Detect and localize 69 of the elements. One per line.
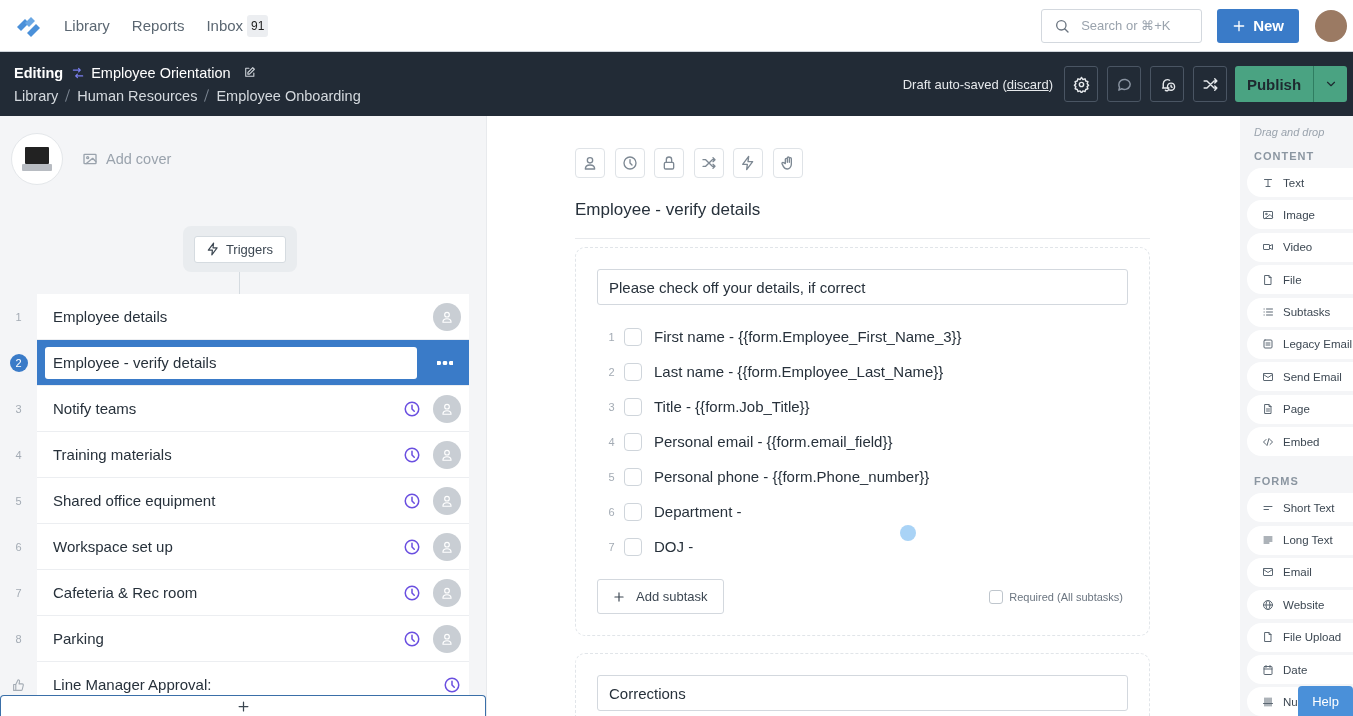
breadcrumb-link[interactable]: Library: [14, 87, 59, 104]
subtask-number: 4: [607, 435, 616, 448]
task-name-field[interactable]: Employee - verify details: [45, 346, 417, 379]
subtask-label: Personal phone - {{form.Phone_number}}: [654, 468, 930, 485]
step-number: 3: [15, 403, 22, 415]
widget-item[interactable]: File Upload: [1247, 622, 1353, 652]
task-item[interactable]: Cafeteria & Rec room: [37, 570, 469, 616]
nav-link[interactable]: Inbox 91: [206, 14, 269, 37]
widget-item[interactable]: Send Email: [1247, 362, 1353, 392]
task-item[interactable]: Parking: [37, 616, 469, 662]
subtask-number: 5: [607, 470, 616, 483]
widget-item[interactable]: Page: [1247, 394, 1353, 424]
step-number: 2: [9, 354, 28, 372]
widget-item[interactable]: Nu: [1247, 687, 1298, 716]
step-number: 4: [15, 449, 22, 461]
widget-item[interactable]: Date: [1247, 655, 1353, 685]
subtask-number: 7: [607, 540, 616, 553]
step-number: 5: [15, 495, 22, 507]
new-button[interactable]: New: [1217, 8, 1299, 43]
widget-item[interactable]: Video: [1247, 232, 1353, 262]
widget-item[interactable]: Text: [1247, 168, 1353, 197]
widget-item[interactable]: Email: [1247, 557, 1353, 587]
breadcrumb-link[interactable]: Employee Onboarding: [216, 87, 361, 104]
nav-link[interactable]: Library: [64, 17, 110, 34]
subtask-label: Personal email - {{form.email_field}}: [654, 433, 893, 450]
widget-item[interactable]: Legacy Email: [1247, 329, 1353, 359]
workflow-title: Employee Orientation: [91, 64, 231, 81]
task-item[interactable]: Employee - verify details: [37, 340, 469, 386]
save-status: Draft auto-saved (discard): [902, 76, 1053, 92]
task-item[interactable]: Shared office equipment: [37, 478, 469, 524]
text-field[interactable]: Corrections: [597, 675, 1128, 711]
nav-link[interactable]: Reports: [131, 17, 185, 34]
search-field[interactable]: Search or ⌘+K: [1041, 8, 1203, 43]
widget-item[interactable]: File: [1247, 265, 1353, 295]
subtask-label: DOJ -: [654, 538, 694, 555]
count-badge: 91: [247, 14, 269, 37]
step-number: 7: [15, 587, 22, 599]
task-item[interactable]: Notify teams: [37, 386, 469, 432]
widget-item[interactable]: Embed: [1247, 427, 1353, 457]
mode-label: Editing: [14, 64, 64, 81]
subtask-label: Last name - {{form.Employee_Last_Name}}: [654, 363, 944, 380]
subtasks-heading-field[interactable]: Please check off your details, if correct: [597, 269, 1128, 305]
widget-item[interactable]: Long Text: [1247, 525, 1353, 555]
required-label: Required (All subtasks): [1009, 590, 1123, 603]
subtask-number: 2: [607, 365, 616, 378]
step-number: 6: [15, 541, 22, 553]
widget-item[interactable]: Image: [1247, 200, 1353, 230]
widget-item[interactable]: Short Text: [1247, 493, 1353, 523]
task-item[interactable]: Workspace set up: [37, 524, 469, 570]
drag-hint: Drag and drop: [1253, 126, 1326, 138]
section-heading: CONTENT: [1253, 150, 1316, 162]
subtask-label: First name - {{form.Employee_First_Name_3}}: [654, 328, 962, 345]
widget-item[interactable]: Subtasks: [1247, 297, 1353, 327]
breadcrumb-link[interactable]: Human Resources: [77, 87, 198, 104]
step-number: 8: [15, 633, 22, 645]
add-subtask-button[interactable]: Add subtask: [597, 579, 724, 614]
task-item[interactable]: Employee details: [37, 294, 469, 340]
task-item[interactable]: Training materials: [37, 432, 469, 478]
subtask-number: 1: [607, 330, 616, 343]
step-number: 1: [15, 311, 22, 323]
subtask-label: Department -: [654, 503, 742, 520]
subtask-number: 6: [607, 505, 616, 518]
subtask-number: 3: [607, 400, 616, 413]
step-title: Employee - verify details: [575, 200, 762, 220]
subtask-label: Title - {{form.Job_Title}}: [654, 398, 810, 415]
section-heading: FORMS: [1253, 475, 1300, 488]
task-item[interactable]: Line Manager Approval:: [37, 662, 469, 695]
triggers-button[interactable]: Triggers: [193, 235, 287, 263]
widget-item[interactable]: Website: [1247, 590, 1353, 620]
